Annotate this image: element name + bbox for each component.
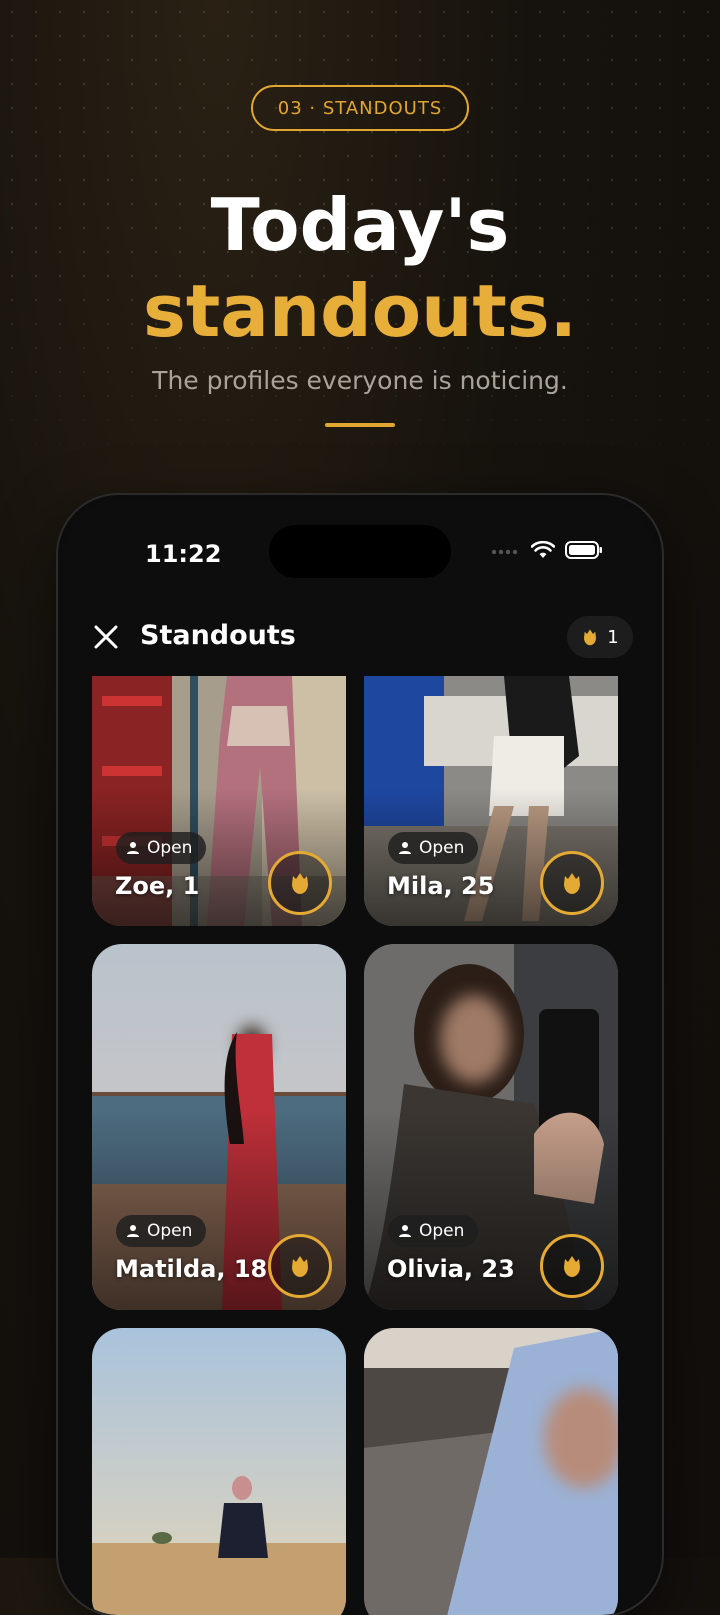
open-badge: Open <box>116 1215 207 1247</box>
accent-underline <box>325 423 395 427</box>
send-rose-button[interactable] <box>268 1234 332 1298</box>
promo-subtitle: The profiles everyone is noticing. <box>152 366 568 395</box>
phone-frame: 11:22 Standouts 1 Open Zoe, 1 Open Mila,… <box>58 495 662 1615</box>
person-icon <box>399 842 411 854</box>
rose-count: 1 <box>607 626 619 648</box>
battery-icon <box>565 541 602 559</box>
profile-card[interactable] <box>364 1328 618 1615</box>
phone-screen: 11:22 Standouts 1 Open Zoe, 1 Open Mila,… <box>63 500 657 1615</box>
profile-photo <box>364 1328 618 1615</box>
close-icon[interactable] <box>93 624 119 650</box>
open-badge: Open <box>116 832 207 864</box>
status-icons <box>491 541 603 559</box>
rose-icon <box>292 1256 308 1277</box>
profile-card[interactable]: Open Mila, 25 <box>364 676 618 926</box>
person-icon <box>127 842 139 854</box>
status-time: 11:22 <box>145 540 222 568</box>
open-badge-label: Open <box>419 1221 465 1241</box>
profile-name: Olivia, 23 <box>387 1255 515 1283</box>
open-badge-label: Open <box>147 838 193 858</box>
person-icon <box>399 1225 411 1237</box>
profile-card[interactable]: Open Matilda, 18 <box>92 944 346 1310</box>
open-badge-label: Open <box>419 838 465 858</box>
cellular-icon <box>491 549 518 555</box>
rose-icon <box>564 873 580 894</box>
dynamic-island <box>269 525 451 578</box>
profile-card[interactable]: Open Zoe, 1 <box>92 676 346 926</box>
promo-title-line2: standouts. <box>142 269 577 353</box>
send-rose-button[interactable] <box>540 1234 604 1298</box>
promo-title-line1: Today's <box>210 183 510 267</box>
rose-icon <box>564 1256 580 1277</box>
profile-photo <box>92 1328 346 1615</box>
open-badge: Open <box>388 1215 479 1247</box>
person-icon <box>127 1225 139 1237</box>
profile-name: Matilda, 18 <box>115 1255 268 1283</box>
page-title: Standouts <box>140 620 296 651</box>
rose-counter[interactable]: 1 <box>567 616 633 658</box>
rose-icon <box>584 629 597 646</box>
section-badge: 03 · STANDOUTS <box>251 85 469 131</box>
send-rose-button[interactable] <box>268 851 332 915</box>
wifi-icon <box>531 541 555 558</box>
send-rose-button[interactable] <box>540 851 604 915</box>
profile-name: Zoe, 1 <box>115 872 200 900</box>
profile-card[interactable]: Open Olivia, 23 <box>364 944 618 1310</box>
rose-icon <box>292 873 308 894</box>
open-badge: Open <box>388 832 479 864</box>
open-badge-label: Open <box>147 1221 193 1241</box>
profile-card[interactable] <box>92 1328 346 1615</box>
profile-name: Mila, 25 <box>387 872 495 900</box>
